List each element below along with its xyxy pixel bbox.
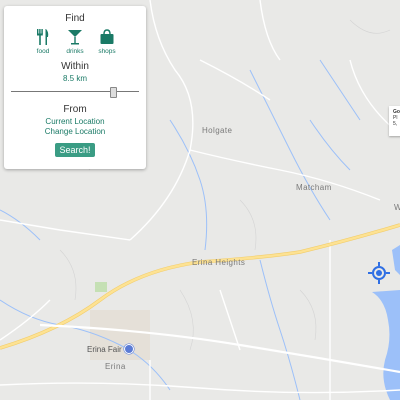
within-heading: Within: [61, 61, 89, 72]
search-panel: Find food drinks shops Within 8.5 km Fro…: [4, 6, 146, 169]
slider-thumb[interactable]: [110, 87, 118, 98]
info-card[interactable]: Go Pl 5,: [389, 106, 400, 136]
from-heading: From: [63, 104, 87, 115]
cocktail-glass-icon: [66, 28, 84, 46]
current-location-link[interactable]: Current Location: [4, 117, 146, 127]
fork-knife-icon: [34, 28, 52, 46]
shopping-pin-icon: [123, 344, 134, 354]
search-button[interactable]: Search!: [55, 143, 95, 157]
category-food-button[interactable]: food: [30, 28, 56, 55]
slider-track: [11, 91, 139, 92]
crosshair-icon: [368, 262, 390, 284]
poi-erina-fair-label: Erina Fair: [87, 344, 122, 354]
category-shops-button[interactable]: shops: [94, 28, 120, 55]
category-drinks-label: drinks: [66, 48, 84, 55]
category-food-label: food: [36, 48, 50, 55]
category-row: food drinks shops: [4, 28, 146, 55]
poi-erina-fair[interactable]: Erina Fair: [87, 344, 134, 354]
category-drinks-button[interactable]: drinks: [62, 28, 88, 55]
shopping-bag-icon: [98, 28, 116, 46]
map-label-erina-heights: Erina Heights: [192, 258, 246, 267]
my-location-button[interactable]: [368, 262, 390, 284]
category-shops-label: shops: [98, 48, 116, 55]
change-location-link[interactable]: Change Location: [4, 127, 146, 137]
map-label-w: W: [394, 203, 400, 212]
map-label-matcham: Matcham: [296, 183, 332, 192]
info-card-line-3: 5,: [393, 121, 398, 127]
map-label-holgate: Holgate: [202, 126, 233, 135]
map-label-erina: Erina: [105, 362, 126, 371]
distance-value: 8.5 km: [62, 74, 87, 83]
find-heading: Find: [65, 13, 85, 24]
distance-slider[interactable]: [11, 87, 139, 98]
